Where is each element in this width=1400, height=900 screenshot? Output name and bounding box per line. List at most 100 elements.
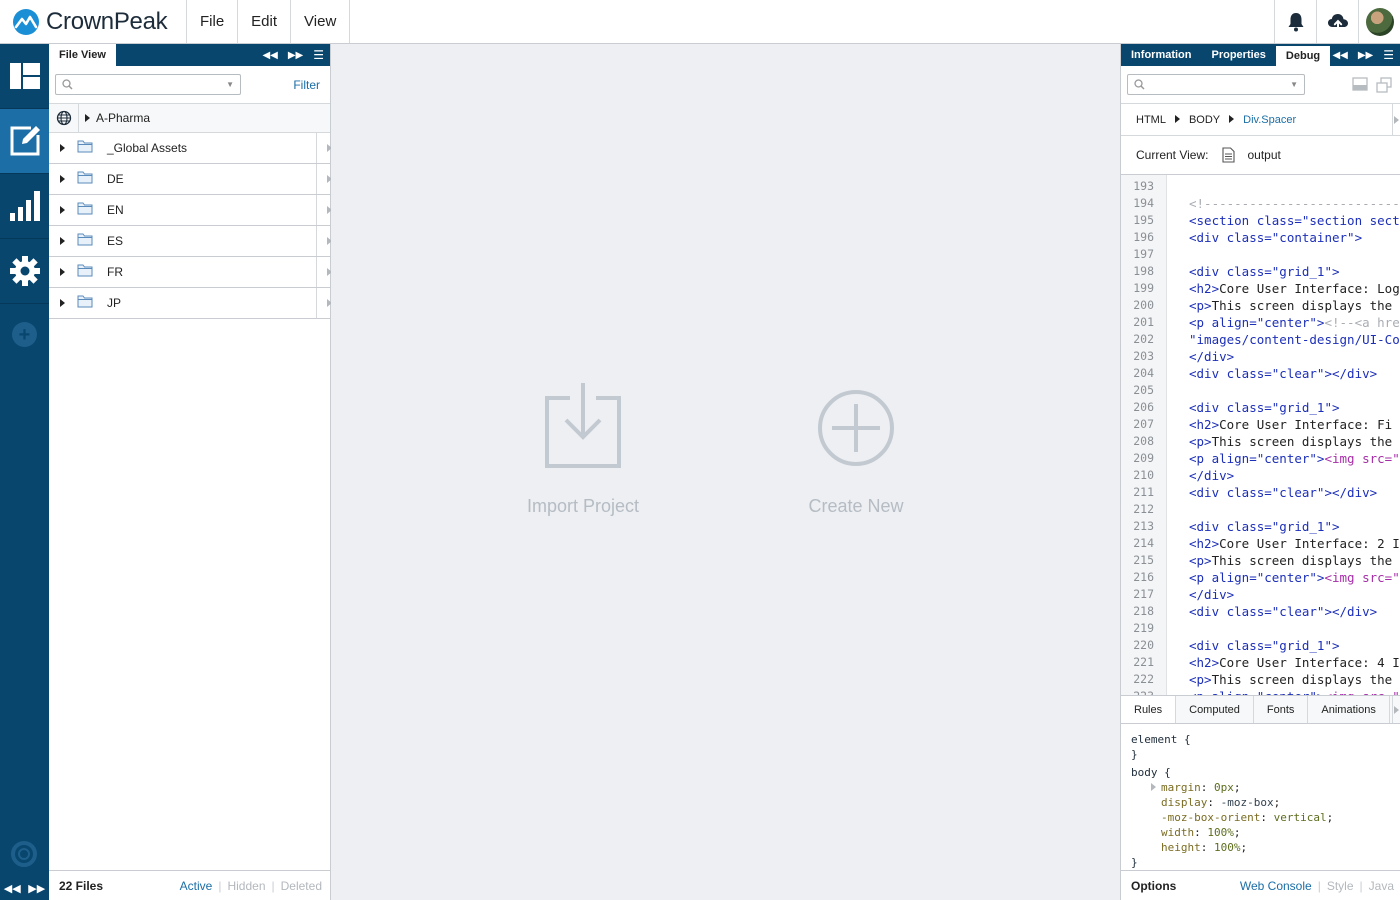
nav-edit[interactable] [0,109,49,174]
css-property[interactable]: display: -moz-box; [1161,795,1390,810]
nav-settings[interactable] [0,239,49,304]
collapse-left-icon[interactable]: ◀◀ [4,882,21,895]
breadcrumb-div-spacer[interactable]: Div.Spacer [1243,114,1296,126]
java-link[interactable]: Java [1369,879,1394,893]
gear-icon [9,256,40,286]
folder-row[interactable]: _Global Assets [49,133,332,164]
line-number: 220 [1133,638,1154,652]
css-property[interactable]: width: 100%; [1161,825,1390,840]
popout-window-icon[interactable] [1376,76,1392,93]
tab-properties[interactable]: Properties [1202,44,1276,66]
code-token: <p> [1189,434,1212,449]
filter-link[interactable]: Filter [293,78,324,92]
code-line: <div class="clear"></div> [1189,365,1400,382]
expand-triangle-icon[interactable] [60,237,65,245]
row-menu-arrow[interactable] [316,226,332,256]
breadcrumb-separator-icon [1174,114,1180,126]
row-menu-arrow[interactable] [316,133,332,163]
menu-view[interactable]: View [291,0,351,43]
chevron-down-icon[interactable]: ▼ [226,80,234,89]
filter-deleted-link[interactable]: Deleted [281,879,322,893]
folder-icon [77,233,93,249]
css-property[interactable]: height: 100%; [1161,840,1390,855]
collapse-left-icon[interactable]: ◀◀ [1332,50,1347,61]
css-property-value: -moz-box [1220,796,1274,809]
expand-right-icon[interactable]: ▶▶ [1358,50,1373,61]
root-folder-row[interactable]: A-Pharma [49,103,330,133]
hamburger-menu-icon[interactable]: ☰ [313,48,324,62]
expand-triangle-icon[interactable] [60,206,65,214]
tab-debug[interactable]: Debug [1275,44,1331,66]
collapse-left-icon[interactable]: ◀◀ [262,50,277,61]
filter-active-link[interactable]: Active [180,879,213,893]
publish-button[interactable] [1316,0,1358,43]
expand-triangle-icon[interactable] [60,175,65,183]
css-tab-animations[interactable]: Animations [1308,696,1390,723]
bell-icon [1288,12,1303,31]
css-tab-rules[interactable]: Rules [1121,696,1177,723]
breadcrumb-html[interactable]: HTML [1136,114,1166,126]
expand-right-icon[interactable]: ▶▶ [288,50,303,61]
crownpeak-logo-icon [13,8,39,35]
expand-triangle-icon[interactable] [60,144,65,152]
css-property[interactable]: margin: 0px; [1151,780,1390,795]
row-menu-arrow[interactable] [316,288,332,318]
css-property[interactable]: -moz-box-orient: vertical; [1161,810,1390,825]
css-semicolon: ; [1326,811,1334,824]
folder-row[interactable]: FR [49,257,332,288]
line-number: 204 [1133,366,1154,380]
dock-bottom-icon[interactable] [1352,76,1368,91]
folder-row[interactable]: JP [49,288,332,319]
expand-triangle-icon[interactable] [1151,783,1156,791]
dom-breadcrumb: HTML BODY Div.Spacer [1121,104,1400,136]
expand-triangle-icon[interactable] [60,299,65,307]
line-number: 195 [1133,213,1154,227]
css-tab-fonts[interactable]: Fonts [1254,696,1309,723]
filter-hidden-link[interactable]: Hidden [227,879,265,893]
code-line: <p align="center"><!--<a hre [1189,314,1400,331]
css-colon: : [1194,826,1208,839]
nav-dashboard[interactable] [0,44,49,109]
expand-right-icon[interactable]: ▶▶ [28,882,45,895]
code-line: <p>This screen displays the [1189,671,1400,688]
help-button[interactable] [11,841,37,870]
expand-triangle-icon[interactable] [85,114,90,122]
app-logo[interactable]: CrownPeak [0,0,187,43]
options-label[interactable]: Options [1131,879,1176,893]
user-menu-button[interactable] [1358,0,1400,43]
row-menu-arrow[interactable] [316,257,332,287]
folder-name: _Global Assets [107,141,188,155]
file-search-input[interactable]: ▼ [55,74,241,95]
source-code-viewer[interactable]: 193 194 195 196 197 198 199 200 201 202 203 204 205 2… [1121,175,1400,696]
folder-row[interactable]: ES [49,226,332,257]
nav-reports[interactable] [0,174,49,239]
tab-information[interactable]: Information [1121,44,1202,66]
breadcrumb-scroll-right[interactable] [1392,104,1400,135]
tab-file-view[interactable]: File View [49,44,116,66]
import-project-button[interactable]: Import Project [503,380,663,517]
create-new-button[interactable]: Create New [776,380,936,517]
code-token: <p align="center"> [1189,315,1325,330]
row-menu-arrow[interactable] [316,195,332,225]
menu-file[interactable]: File [187,0,239,43]
line-number: 199 [1133,281,1154,295]
style-link[interactable]: Style [1327,879,1354,893]
add-button[interactable]: + [12,322,37,347]
hamburger-menu-icon[interactable]: ☰ [1383,48,1394,62]
css-colon: : [1200,841,1214,854]
folder-row[interactable]: EN [49,195,332,226]
expand-triangle-icon[interactable] [60,268,65,276]
line-number: 214 [1133,536,1154,550]
current-view-row: Current View: output [1121,136,1400,175]
inspector-search-input[interactable]: ▼ [1127,74,1305,95]
folder-row[interactable]: DE [49,164,332,195]
notifications-button[interactable] [1274,0,1316,43]
chevron-down-icon[interactable]: ▼ [1290,80,1298,89]
code-token: </div> [1189,349,1235,364]
menu-edit[interactable]: Edit [238,0,292,43]
breadcrumb-body[interactable]: BODY [1189,114,1220,126]
web-console-link[interactable]: Web Console [1240,879,1312,893]
css-tabs-scroll-right[interactable] [1392,696,1400,723]
row-menu-arrow[interactable] [316,164,332,194]
css-tab-computed[interactable]: Computed [1176,696,1254,723]
